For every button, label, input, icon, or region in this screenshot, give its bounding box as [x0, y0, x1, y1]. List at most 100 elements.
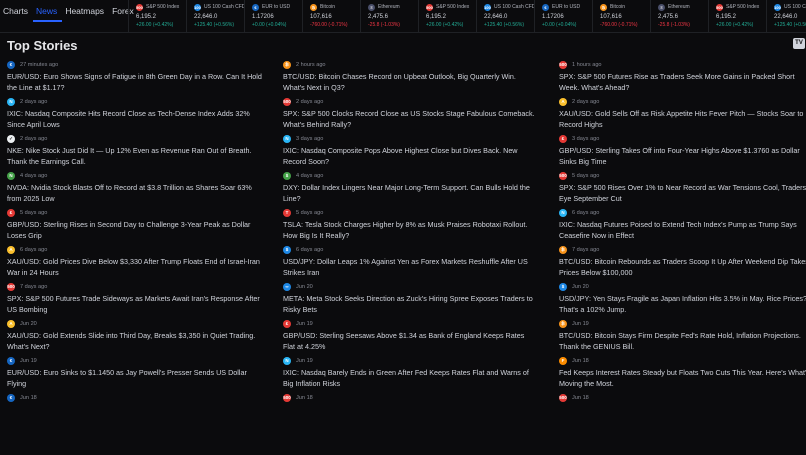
news-story[interactable]: £ Jun 19 GBP/USD: Sterling Seesaws Above $… — [283, 319, 538, 356]
ticker-change: +125.40 (+0.56%) — [774, 22, 806, 28]
story-headline[interactable]: Fed Keeps Interest Rates Steady but Floa… — [559, 368, 806, 389]
news-story[interactable]: N 4 days ago NVDA: Nvidia Stock Blasts Off… — [7, 171, 262, 208]
ticker-item[interactable]: 500 S&P 500 Index 6,195.2 +26.00 (+0.42%) — [128, 0, 186, 33]
story-meta: A Jun 20 — [7, 319, 262, 329]
news-story[interactable]: N 2 days ago IXIC: Nasdaq Composite Hits R… — [7, 97, 262, 134]
news-story[interactable]: € Jun 19 EUR/USD: Euro Sinks to $1.1450 as… — [7, 356, 262, 393]
ticker-price: 22,646.0 — [774, 14, 798, 20]
story-headline[interactable]: DXY: Dollar Index Lingers Near Major Lon… — [283, 183, 538, 204]
story-headline[interactable]: IXIC: Nasdaq Barely Ends in Green After … — [283, 368, 538, 389]
news-story[interactable]: N Jun 19 IXIC: Nasdaq Barely Ends in Green… — [283, 356, 538, 393]
news-story[interactable]: $ Jun 20 USD/JPY: Yen Stays Fragile as Jap… — [559, 282, 806, 319]
ticker-logo-icon: € — [542, 3, 549, 11]
news-story[interactable]: £5 days ago GBP/USD: Sterling Rises in Se… — [7, 208, 262, 245]
ticker-logo-icon: 500 — [426, 3, 433, 11]
story-timestamp: Jun 20 — [20, 321, 37, 327]
story-headline[interactable]: SPX: S&P 500 Futures Trade Sideways as M… — [7, 294, 262, 315]
page-title: Top Stories — [7, 38, 78, 53]
news-story[interactable]: €27 minutes ago EUR/USD: Euro Shows Signs… — [7, 60, 262, 97]
story-meta: $4 days ago — [283, 171, 538, 181]
news-story[interactable]: F Jun 18 Fed Keeps Interest Rates Steady b… — [559, 356, 806, 393]
ticker-item[interactable]: 100US 100 Cash CFD 22,646.0 +125.40 (+0.56… — [476, 0, 534, 33]
news-story[interactable]: A 2 days ago XAU/USD: Gold Sells Off as Ri… — [559, 97, 806, 134]
news-story[interactable]: ₿ 2 hours ago BTC/USD: Bitcoin Chases Reco… — [283, 60, 538, 97]
news-story[interactable]: T 5 days ago TSLA: Tesla Stock Charges Hig… — [283, 208, 538, 245]
story-headline[interactable]: IXIC: Nasdaq Composite Hits Record Close… — [7, 109, 262, 130]
story-timestamp: 2 days ago — [572, 99, 600, 105]
story-headline[interactable]: GBP/USD: Sterling Takes Off into Four-Ye… — [559, 146, 806, 167]
ticker-change: -25.8 (-1.03%) — [658, 22, 690, 28]
news-story[interactable]: ₿ 7 days ago BTC/USD: Bitcoin Rebounds as … — [559, 245, 806, 282]
news-story[interactable]: $6 days ago USD/JPY: Dollar Leaps 1% Agai… — [283, 245, 538, 282]
top-bar: Charts News Heatmaps Forex 500 S&P 500 Index… — [0, 0, 806, 33]
story-headline[interactable]: SPX: S&P 500 Rises Over 1% to Near Recor… — [559, 183, 806, 204]
news-story[interactable]: € Jun 18 — [7, 393, 262, 430]
story-headline[interactable]: EUR/USD: Euro Shows Signs of Fatigue in … — [7, 72, 262, 93]
ticker-header: 100US 100 Cash CFD — [774, 3, 806, 11]
news-story[interactable]: 500 7 days ago SPX: S&P 500 Futures Trade … — [7, 282, 262, 319]
symbol-logo-icon: F — [559, 357, 567, 365]
ticker-item[interactable]: Ξ Ethereum 2,475.6 -25.8 (-1.03%) — [360, 0, 418, 33]
ticker-tape[interactable]: 500 S&P 500 Index 6,195.2 +26.00 (+0.42%) 10… — [128, 0, 806, 33]
story-headline[interactable]: NVDA: Nvidia Stock Blasts Off to Record … — [7, 183, 262, 204]
story-headline[interactable]: BTC/USD: Bitcoin Chases Record on Upbeat… — [283, 72, 538, 93]
news-story[interactable]: 500 Jun 18 — [559, 393, 806, 430]
story-timestamp: Jun 18 — [572, 395, 589, 401]
ticker-item[interactable]: Ξ Ethereum 2,475.6 -25.8 (-1.03%) — [650, 0, 708, 33]
ticker-name: EUR to USD — [552, 4, 581, 10]
ticker-header: 100US 100 Cash CFD — [194, 3, 244, 11]
ticker-item[interactable]: 500 S&P 500 Index 6,195.2 +26.00 (+0.42%) — [418, 0, 476, 33]
news-story[interactable]: $4 days ago DXY: Dollar Index Lingers Nea… — [283, 171, 538, 208]
ticker-item[interactable]: € EUR to USD 1.17206 +0.00 (+0.04%) — [534, 0, 592, 33]
story-headline[interactable]: EUR/USD: Euro Sinks to $1.1450 as Jay Po… — [7, 368, 262, 389]
story-headline[interactable]: XAU/USD: Gold Prices Dive Below $3,330 A… — [7, 257, 262, 278]
story-headline[interactable]: SPX: S&P 500 Clocks Record Close as US S… — [283, 109, 538, 130]
ticker-name: US 100 Cash CFD — [494, 4, 534, 10]
symbol-logo-icon: N — [559, 209, 567, 217]
ticker-item[interactable]: 100US 100 Cash CFD 22,646.0 +125.40 (+0.56… — [766, 0, 806, 33]
news-story[interactable]: 500 5 days ago SPX: S&P 500 Rises Over 1% … — [559, 171, 806, 208]
tab-news[interactable]: News — [33, 0, 63, 22]
story-headline[interactable]: TSLA: Tesla Stock Charges Higher by 8% a… — [283, 220, 538, 241]
ticker-item[interactable]: 500 S&P 500 Index 6,195.2 +26.00 (+0.42%) — [708, 0, 766, 33]
story-headline[interactable]: XAU/USD: Gold Sells Off as Risk Appetite… — [559, 109, 806, 130]
ticker-item[interactable]: € EUR to USD 1.17206 +0.00 (+0.04%) — [244, 0, 302, 33]
news-story[interactable]: ✓ 2 days ago NKE: Nike Stock Just Did It —… — [7, 134, 262, 171]
story-headline[interactable]: BTC/USD: Bitcoin Rebounds as Traders Sco… — [559, 257, 806, 278]
ticker-change: +125.40 (+0.56%) — [484, 22, 525, 28]
news-story[interactable]: A Jun 20 XAU/USD: Gold Extends Slide into … — [7, 319, 262, 356]
story-meta: £3 days ago — [559, 134, 806, 144]
news-story[interactable]: N 6 days ago IXIC: Nasdaq Futures Poised t… — [559, 208, 806, 245]
news-story[interactable]: ∞ Jun 20 META: Meta Stock Seeks Direction … — [283, 282, 538, 319]
story-headline[interactable]: META: Meta Stock Seeks Direction as Zuck… — [283, 294, 538, 315]
ticker-item[interactable]: ₿ Bitcoin 107,616 -760.00 (-0.71%) — [592, 0, 650, 33]
ticker-item[interactable]: ₿ Bitcoin 107,616 -760.00 (-0.71%) — [302, 0, 360, 33]
news-story[interactable]: N 3 days ago IXIC: Nasdaq Composite Pops A… — [283, 134, 538, 171]
story-headline[interactable]: BTC/USD: Bitcoin Stays Firm Despite Fed'… — [559, 331, 806, 352]
story-headline[interactable]: USD/JPY: Dollar Leaps 1% Against Yen as … — [283, 257, 538, 278]
tradingview-logo-icon[interactable]: TV — [793, 38, 805, 49]
news-story[interactable]: 500 2 days ago SPX: S&P 500 Clocks Record … — [283, 97, 538, 134]
ticker-name: Ethereum — [378, 4, 400, 10]
story-headline[interactable]: SPX: S&P 500 Futures Rise as Traders See… — [559, 72, 806, 93]
ticker-change: +125.40 (+0.56%) — [194, 22, 235, 28]
story-meta: N 2 days ago — [7, 97, 262, 107]
story-headline[interactable]: GBP/USD: Sterling Seesaws Above $1.34 as… — [283, 331, 538, 352]
story-headline[interactable]: IXIC: Nasdaq Composite Pops Above Highes… — [283, 146, 538, 167]
story-headline[interactable]: IXIC: Nasdaq Futures Poised to Extend Te… — [559, 220, 806, 241]
tab-heatmaps[interactable]: Heatmaps — [62, 0, 109, 22]
symbol-logo-icon: N — [7, 98, 15, 106]
story-headline[interactable]: GBP/USD: Sterling Rises in Second Day to… — [7, 220, 262, 241]
news-story[interactable]: £3 days ago GBP/USD: Sterling Takes Off i… — [559, 134, 806, 171]
story-headline[interactable]: NKE: Nike Stock Just Did It — Up 12% Eve… — [7, 146, 262, 167]
story-headline[interactable]: USD/JPY: Yen Stays Fragile as Japan Infl… — [559, 294, 806, 315]
tab-charts[interactable]: Charts — [0, 0, 33, 22]
news-story[interactable]: 500 1 hours ago SPX: S&P 500 Futures Rise … — [559, 60, 806, 97]
news-story[interactable]: A 6 days ago XAU/USD: Gold Prices Dive Bel… — [7, 245, 262, 282]
story-timestamp: 27 minutes ago — [20, 62, 59, 68]
ticker-item[interactable]: 100US 100 Cash CFD 22,646.0 +125.40 (+0.56… — [186, 0, 244, 33]
symbol-logo-icon: € — [7, 394, 15, 402]
news-story[interactable]: ₿ Jun 19 BTC/USD: Bitcoin Stays Firm Despi… — [559, 319, 806, 356]
story-headline[interactable]: XAU/USD: Gold Extends Slide into Third D… — [7, 331, 262, 352]
news-story[interactable]: 500 Jun 18 — [283, 393, 538, 430]
